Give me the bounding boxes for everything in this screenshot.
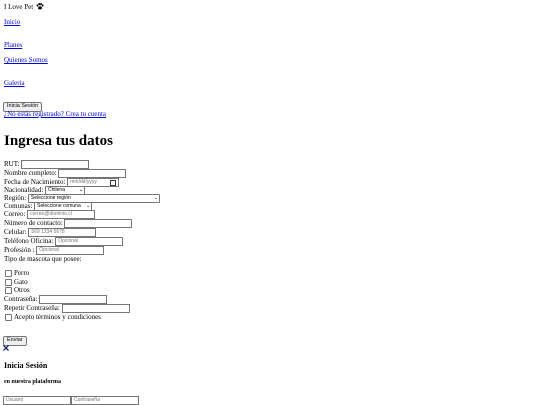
birth-placeholder: mm/dd/yyyy <box>70 179 97 185</box>
office-placeholder: Opcional <box>58 238 78 244</box>
birth-label: Fecha de Nacimiento: <box>4 178 66 186</box>
paw-icon <box>36 3 44 10</box>
email-placeholder: correo@dominio.cl <box>30 211 72 217</box>
password-label: Contraseña: <box>4 295 38 303</box>
pet-type-label: Tipo de mascota que posee: <box>4 255 82 263</box>
modal-title: Inicia Sesión <box>4 361 48 370</box>
nationality-label: Nacionalidad: <box>4 186 44 194</box>
name-input[interactable] <box>58 169 127 178</box>
terms-row[interactable]: Acepto términos y condiciones <box>4 313 101 322</box>
repeat-password-input[interactable] <box>61 304 130 313</box>
modal-password-placeholder: Contraseña <box>74 397 100 403</box>
cell-label: Celular: <box>4 228 27 236</box>
modal-subtitle: en nuestra plataforma <box>4 379 61 385</box>
gato-label: Gato <box>14 278 28 286</box>
cell-placeholder: 569 1234 5678 <box>31 229 65 235</box>
region-label: Región: <box>4 194 27 202</box>
close-icon[interactable] <box>3 345 9 351</box>
modal-user-input[interactable]: Usuario <box>3 396 71 405</box>
rut-input[interactable] <box>21 160 90 169</box>
office-input[interactable]: Opcional <box>55 237 124 246</box>
terms-checkbox[interactable] <box>5 314 12 321</box>
modal-user-placeholder: Usuario <box>6 397 24 403</box>
password-input[interactable] <box>39 295 108 304</box>
perro-label: Perro <box>14 269 30 277</box>
password-row: Contraseña: <box>4 295 108 304</box>
chevron-down-icon: ⌄ <box>78 187 84 193</box>
calendar-icon[interactable] <box>110 180 117 186</box>
brand-name: I Love Pet <box>4 3 34 11</box>
nav-planes[interactable]: Planes <box>4 41 22 49</box>
contact-row: Número de contacto: <box>4 219 133 228</box>
nav-galeria[interactable]: Galeria <box>4 79 25 87</box>
cell-input[interactable]: 569 1234 5678 <box>28 228 97 237</box>
perro-checkbox[interactable] <box>5 270 12 277</box>
terms-label: Acepto términos y condiciones <box>14 313 101 321</box>
page-title: Ingresa tus datos <box>4 133 113 149</box>
otros-label: Otros <box>14 286 30 294</box>
profession-label: Profesión : <box>4 246 35 254</box>
profession-placeholder: Opcional <box>39 247 60 253</box>
name-row: Nombre completo: <box>4 169 127 178</box>
commune-label: Comunas: <box>4 202 33 210</box>
profession-input[interactable]: Opcional <box>36 246 105 255</box>
email-input[interactable]: correo@dominio.cl <box>27 210 96 219</box>
commune-value: Seleccione comuna <box>37 203 81 209</box>
pet-option-perro[interactable]: Perro <box>4 269 29 278</box>
rut-row: RUT: <box>4 160 90 169</box>
contact-input[interactable] <box>64 219 133 228</box>
pet-option-otros[interactable]: Otros <box>4 286 30 295</box>
office-row: Teléfono Oficina: Opcional <box>4 237 124 246</box>
email-row: Correo: correo@dominio.cl <box>4 210 96 219</box>
name-label: Nombre completo: <box>4 169 57 177</box>
nationality-value: Chilena <box>48 187 65 193</box>
otros-checkbox[interactable] <box>5 287 12 294</box>
nav-quienes-somos[interactable]: Quienes Somos <box>4 56 48 64</box>
register-link[interactable]: ¿No estás registrado? Crea tu cuenta <box>4 110 106 118</box>
nav-inicio[interactable]: Inicio <box>4 18 20 26</box>
chevron-down-icon: ⌄ <box>153 195 158 201</box>
repeat-password-label: Repetir Contraseña: <box>4 304 60 312</box>
gato-checkbox[interactable] <box>5 279 12 286</box>
profession-row: Profesión : Opcional <box>4 246 105 255</box>
chevron-down-icon: ⌄ <box>85 203 91 209</box>
office-label: Teléfono Oficina: <box>4 237 54 245</box>
rut-label: RUT: <box>4 160 20 168</box>
email-label: Correo: <box>4 210 26 218</box>
brand: I Love Pet <box>4 3 44 11</box>
cell-row: Celular: 569 1234 5678 <box>4 228 97 237</box>
contact-label: Número de contacto: <box>4 219 63 227</box>
modal-password-input[interactable]: Contraseña <box>71 396 139 405</box>
region-value: Seleccione región <box>30 195 71 201</box>
repeat-password-row: Repetir Contraseña: <box>4 304 130 313</box>
